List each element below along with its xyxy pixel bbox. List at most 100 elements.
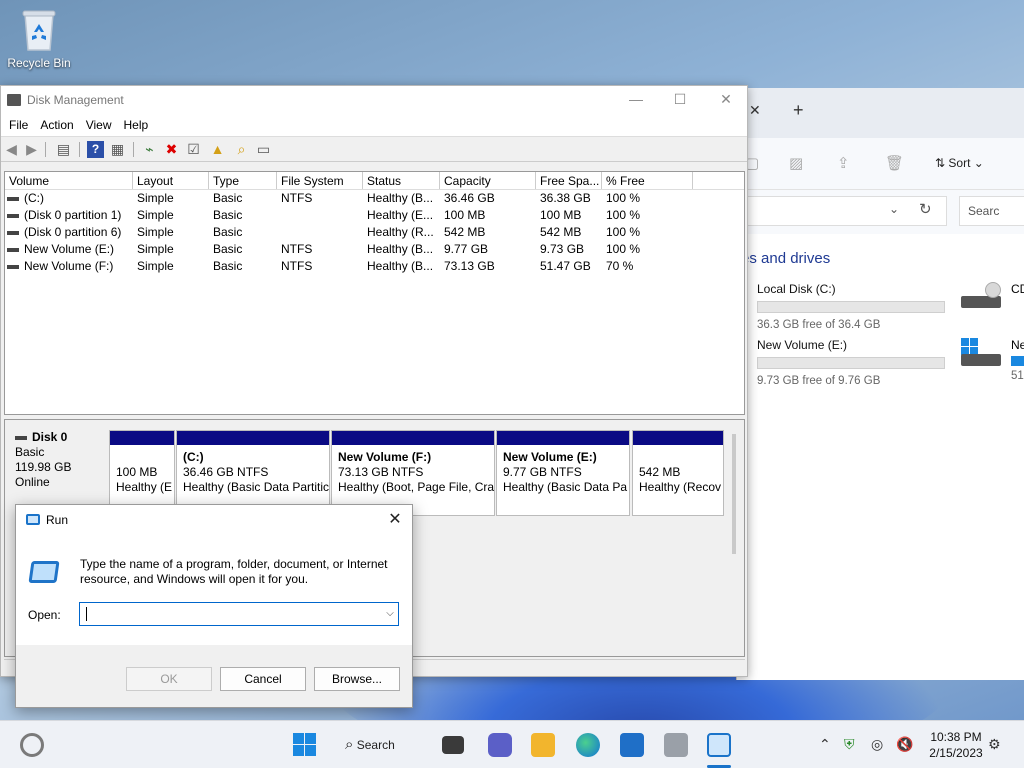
close-tab-icon[interactable]: ✕ (749, 102, 761, 119)
edge-icon[interactable] (576, 733, 600, 757)
back-icon[interactable]: ◀ (3, 141, 20, 158)
delete-icon[interactable]: ✖ (163, 141, 180, 158)
drive-tile-c[interactable]: Local Disk (C:) 36.3 GB free of 36.4 GB (757, 282, 945, 331)
new-tab-icon[interactable]: + (793, 100, 804, 121)
partition-header-bar (177, 431, 329, 445)
cancel-button[interactable]: Cancel (220, 667, 306, 691)
explorer-search-input[interactable]: Searc (959, 196, 1024, 226)
disk-state: Online (15, 475, 50, 489)
column-header-volume[interactable]: Volume (5, 172, 133, 189)
widgets-icon[interactable] (20, 733, 44, 757)
cell-percent-free: 100 % (606, 191, 641, 205)
partition-size: 73.13 GB NTFS (338, 465, 424, 479)
cell-capacity: 100 MB (444, 208, 486, 222)
chat-icon[interactable] (488, 733, 512, 757)
close-button[interactable]: ✕ (715, 90, 737, 110)
rename-icon[interactable]: ▨ (789, 154, 803, 172)
cell-status: Healthy (B... (367, 191, 434, 205)
run-taskbar-icon[interactable] (707, 733, 731, 757)
taskbar-search-label: Search (356, 738, 395, 752)
volume-icon (7, 264, 19, 269)
console-tree-icon[interactable]: ▤ (55, 141, 72, 158)
run-title-bar[interactable]: Run ✕ (16, 505, 412, 535)
cell-percent-free: 100 % (606, 242, 641, 256)
ok-button[interactable]: OK (126, 667, 212, 691)
partition-block[interactable]: New Volume (E:) 9.77 GB NTFS Healthy (Ba… (496, 430, 630, 516)
security-icon[interactable]: ⛨ (844, 736, 855, 753)
view-icon[interactable]: ▭ (255, 141, 272, 158)
column-header-free-space[interactable]: Free Spa... (536, 172, 602, 189)
checklist-icon[interactable]: ☑ (185, 141, 202, 158)
chevron-up-icon[interactable]: ⌃ (819, 736, 831, 753)
partition-header-bar (332, 431, 494, 445)
menu-action[interactable]: Action (34, 118, 79, 132)
disk-0-info[interactable]: Disk 0 Basic 119.98 GB Online (9, 430, 107, 510)
refresh-icon[interactable]: ↻ (919, 200, 932, 218)
partition-block[interactable]: 542 MB Healthy (Recov (632, 430, 724, 516)
volume-muted-icon[interactable]: 🔇 (896, 736, 913, 753)
sort-button[interactable]: ⇅ Sort ⌄ (935, 156, 984, 170)
cell-layout: Simple (137, 225, 174, 239)
globe-network-icon[interactable]: ◎ (871, 736, 883, 753)
column-header-layout[interactable]: Layout (133, 172, 209, 189)
maximize-button[interactable]: ☐ (669, 90, 691, 110)
volume-icon (7, 247, 19, 252)
file-explorer-window[interactable]: ✕ + ▢ ▨ ⇪ 🗑 ⇅ Sort ⌄ ⌄ ↻ Searc es and dr… (736, 88, 1024, 680)
folder-up-icon[interactable]: ▲ (209, 141, 226, 158)
vertical-scrollbar[interactable] (732, 434, 736, 554)
partition-status: Healthy (Recov (639, 480, 722, 494)
cell-free-space: 9.73 GB (540, 242, 585, 256)
column-header-capacity[interactable]: Capacity (440, 172, 536, 189)
partition-status: Healthy (Basic Data Partitic (183, 480, 330, 494)
cell-volume: (Disk 0 partition 6) (24, 225, 122, 239)
column-header-type[interactable]: Type (209, 172, 277, 189)
column-header-percent-free[interactable]: % Free (602, 172, 693, 189)
column-header-status[interactable]: Status (363, 172, 440, 189)
taskbar-search-button[interactable]: ⌕ Search (345, 733, 395, 757)
menu-file[interactable]: File (3, 118, 34, 132)
file-explorer-icon[interactable] (531, 733, 555, 757)
disk-size: 119.98 GB (15, 460, 72, 474)
chevron-down-icon[interactable]: ⌵ (383, 606, 397, 622)
run-dialog[interactable]: Run ✕ Type the name of a program, folder… (15, 504, 413, 708)
clock[interactable]: 10:38 PM 2/15/2023 (918, 729, 994, 761)
explorer-toolbar: ▢ ▨ ⇪ 🗑 ⇅ Sort ⌄ (737, 138, 1024, 190)
forward-icon[interactable]: ▶ (23, 141, 40, 158)
column-header-file-system[interactable]: File System (277, 172, 363, 189)
menu-help[interactable]: Help (118, 118, 155, 132)
store-icon[interactable] (620, 733, 644, 757)
title-bar[interactable]: Disk Management — ☐ ✕ (1, 86, 747, 114)
search-folder-icon[interactable]: ⌕ (233, 141, 250, 158)
recycle-bin-shortcut[interactable]: Recycle Bin (4, 8, 74, 70)
drive-name: Local Disk (C:) (757, 282, 836, 296)
drive-tile-e[interactable]: New Volume (E:) 9.73 GB free of 9.76 GB (757, 338, 945, 387)
table-row[interactable]: (Disk 0 partition 6) Simple Basic Health… (5, 224, 744, 241)
delete-icon[interactable]: 🗑 (885, 154, 904, 172)
connect-icon[interactable]: ⌁ (141, 141, 158, 158)
help-icon[interactable]: ? (87, 141, 104, 158)
table-row[interactable]: (Disk 0 partition 1) Simple Basic Health… (5, 207, 744, 224)
chevron-down-icon[interactable]: ⌄ (889, 202, 899, 216)
open-combobox-input[interactable] (79, 602, 399, 626)
menu-view[interactable]: View (80, 118, 118, 132)
disk-management-taskbar-icon[interactable] (664, 733, 688, 757)
notifications-icon[interactable]: ⚙ (988, 736, 1001, 753)
minimize-button[interactable]: — (625, 90, 647, 110)
close-button[interactable]: ✕ (384, 509, 406, 531)
cell-free-space: 100 MB (540, 208, 582, 222)
run-title: Run (46, 513, 69, 527)
task-view-icon[interactable] (442, 736, 464, 754)
table-row[interactable]: New Volume (E:) Simple Basic NTFS Health… (5, 241, 744, 258)
cell-type: Basic (213, 191, 243, 205)
run-description: Type the name of a program, folder, docu… (80, 557, 388, 586)
share-icon[interactable]: ⇪ (837, 154, 850, 172)
table-row[interactable]: (C:) Simple Basic NTFS Healthy (B... 36.… (5, 190, 744, 207)
start-button[interactable] (293, 733, 317, 757)
run-icon (28, 561, 60, 583)
browse-button[interactable]: Browse... (314, 667, 400, 691)
partition-status: Healthy (Basic Data Pa (503, 480, 628, 494)
table-row[interactable]: New Volume (F:) Simple Basic NTFS Health… (5, 258, 744, 275)
address-bar[interactable] (737, 196, 947, 226)
properties-icon[interactable]: ▦ (109, 141, 126, 158)
text-caret (86, 607, 87, 621)
